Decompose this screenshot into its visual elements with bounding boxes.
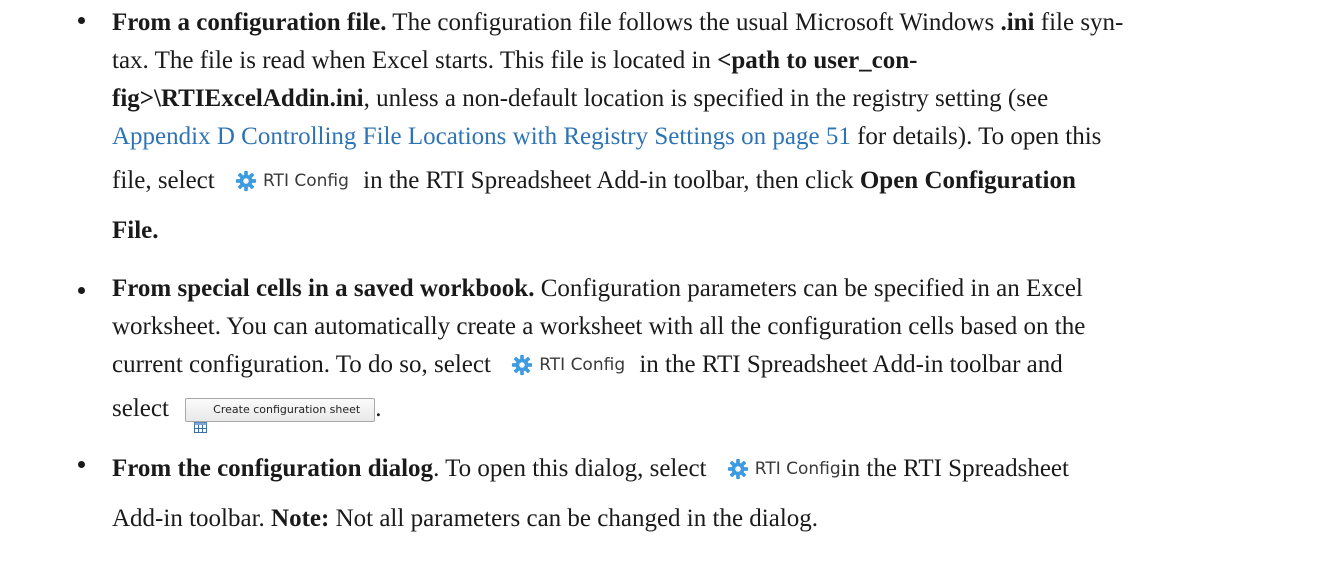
text-span: worksheet. You can automatically create …	[112, 313, 1086, 340]
bullet-icon	[78, 287, 85, 294]
appendix-d-link[interactable]: Appendix D Controlling File Locations wi…	[112, 123, 851, 150]
create-configuration-sheet-button[interactable]: Create configuration sheet	[185, 398, 376, 433]
text-line: Add-in toolbar. Note: Not all parameters…	[112, 494, 1306, 544]
text-span: Not all parameters can be changed in the…	[329, 505, 819, 532]
text-line: current configuration. To do so, select …	[112, 346, 1306, 384]
sheet-icon	[194, 405, 208, 433]
list-item-config-dialog: From the configuration dialog. To open t…	[0, 444, 1330, 544]
text-span: in the RTI Spreadsheet Add-in toolbar an…	[633, 351, 1063, 378]
text-line: From a configuration file. The configura…	[112, 4, 1306, 42]
rti-config-label: RTI Config	[754, 459, 841, 479]
gear-icon	[511, 354, 533, 376]
text-line: select Create configuration sheet.	[112, 384, 1306, 434]
text-span: current configuration. To do so, select	[112, 351, 498, 378]
create-sheet-label: Create configuration sheet	[213, 403, 361, 417]
text-span: Configuration parameters can be specifie…	[534, 275, 1083, 302]
rti-config-button[interactable]: RTI Config	[235, 156, 349, 206]
gear-icon	[727, 458, 749, 480]
rti-config-button[interactable]: RTI Config	[727, 444, 841, 494]
text-line: File.	[112, 206, 1306, 256]
bullet-icon	[78, 461, 85, 468]
rti-config-label: RTI Config	[262, 171, 349, 191]
rti-config-button[interactable]: RTI Config	[511, 346, 625, 384]
text-line: Appendix D Controlling File Locations wi…	[112, 118, 1306, 156]
text-span: The configuration file follows the usual…	[386, 9, 1001, 36]
item-lead: From a configuration file.	[112, 9, 387, 36]
text-span: in the RTI Spreadsheet	[840, 455, 1069, 482]
text-span: Add-in toolbar.	[112, 505, 272, 532]
text-line: file, select RTI Config in the RTI Sprea…	[112, 156, 1306, 206]
rti-config-label: RTI Config	[539, 355, 626, 375]
bold-span: Open Configuration	[859, 167, 1076, 194]
item-lead: From special cells in a saved workbook.	[112, 275, 535, 302]
text-span: select	[112, 395, 176, 422]
bold-span: Note:	[271, 505, 330, 532]
list-item-config-file: From a configuration file. The configura…	[0, 0, 1330, 256]
bullet-icon	[78, 17, 85, 24]
text-line: From the configuration dialog. To open t…	[112, 444, 1306, 494]
list-item-special-cells: From special cells in a saved workbook. …	[0, 270, 1330, 434]
text-span: file, select	[112, 167, 221, 194]
text-line: From special cells in a saved workbook. …	[112, 270, 1306, 308]
spacer	[0, 434, 1330, 444]
text-span: in the RTI Spreadsheet Add-in toolbar, t…	[356, 167, 860, 194]
bold-span: <path to user_con-	[717, 47, 918, 74]
text-span: file syn-	[1034, 9, 1124, 36]
text-span: tax. The file is read when Excel starts.…	[112, 47, 718, 74]
text-line: tax. The file is read when Excel starts.…	[112, 42, 1306, 80]
text-span: , unless a non-default location is speci…	[363, 85, 1049, 112]
spacer	[0, 256, 1330, 270]
text-span: .	[375, 395, 382, 422]
bullet-list: From a configuration file. The configura…	[0, 0, 1330, 544]
item-lead: From the configuration dialog	[112, 455, 434, 482]
text-line: worksheet. You can automatically create …	[112, 308, 1306, 346]
bold-span: fig>\RTIExcelAddin.ini	[112, 85, 364, 112]
gear-icon	[235, 170, 257, 192]
text-line: fig>\RTIExcelAddin.ini, unless a non-def…	[112, 80, 1306, 118]
text-span: . To open this dialog, select	[433, 455, 713, 482]
text-span: for details). To open this	[850, 123, 1102, 150]
bold-span: File.	[112, 217, 159, 244]
bold-span: .ini	[1000, 9, 1035, 36]
